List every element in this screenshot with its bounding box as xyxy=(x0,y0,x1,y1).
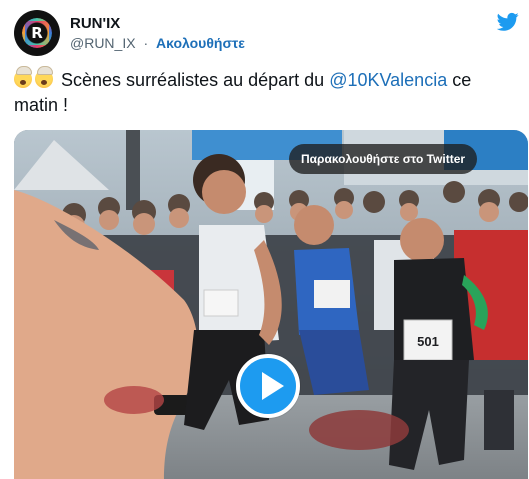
handle[interactable]: @RUN_IX xyxy=(70,35,136,51)
play-icon[interactable] xyxy=(236,354,300,418)
avatar-letter: R xyxy=(31,24,43,42)
embedded-tweet-card: R RUN'IX @RUN_IX · Ακολουθήστε Scènes su… xyxy=(0,0,529,479)
display-name[interactable]: RUN'IX xyxy=(70,14,245,33)
tweet-text: Scènes surréalistes au départ du @10KVal… xyxy=(14,66,519,118)
separator: · xyxy=(143,35,149,51)
video-media[interactable]: 501 Παρακολουθήστε στο Twitter xyxy=(14,130,528,479)
exploding-head-emoji xyxy=(14,66,32,88)
follow-link[interactable]: Ακολουθήστε xyxy=(156,35,245,51)
avatar[interactable]: R xyxy=(14,10,60,56)
twitter-bird-icon[interactable] xyxy=(497,12,519,32)
video-thumbnail: 501 xyxy=(14,130,528,479)
tweet-text-part-1: Scènes surréalistes au départ du xyxy=(61,70,325,90)
mention-link[interactable]: @10KValencia xyxy=(329,70,447,90)
author-info: RUN'IX @RUN_IX · Ακολουθήστε xyxy=(70,14,245,53)
watch-on-twitter-button[interactable]: Παρακολουθήστε στο Twitter xyxy=(289,144,478,174)
exploding-head-emoji xyxy=(35,66,53,88)
tweet-header: R RUN'IX @RUN_IX · Ακολουθήστε xyxy=(14,10,519,58)
bib-number: 501 xyxy=(417,334,439,349)
handle-row: @RUN_IX · Ακολουθήστε xyxy=(70,34,245,53)
